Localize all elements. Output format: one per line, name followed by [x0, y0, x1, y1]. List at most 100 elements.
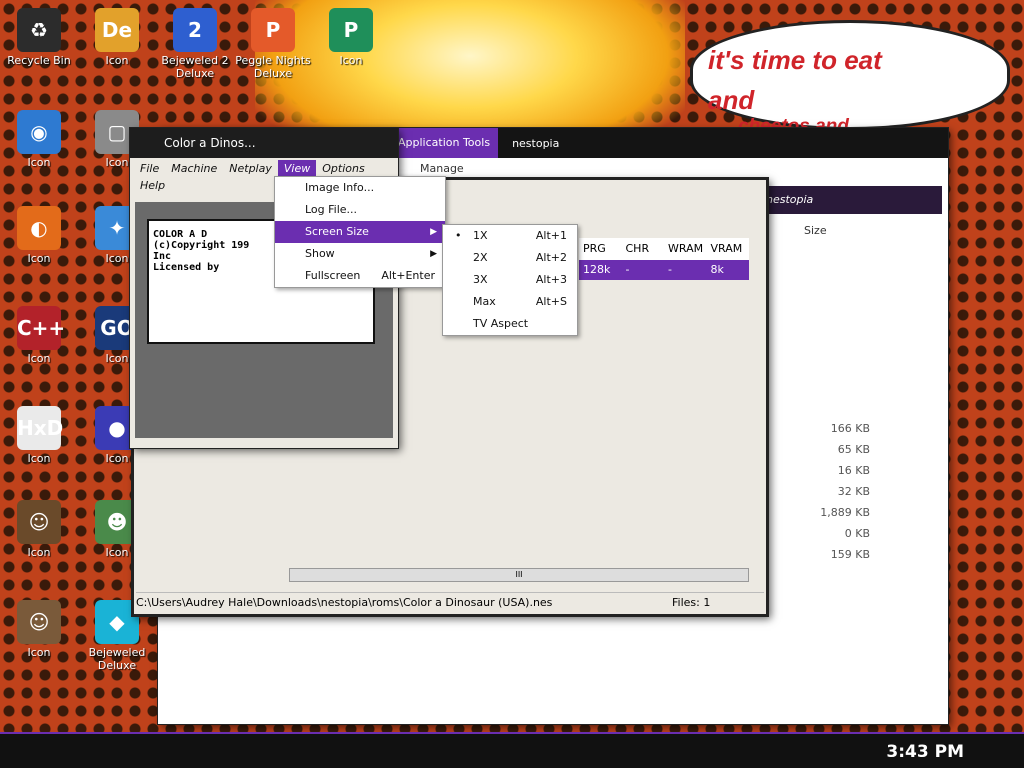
- menu-item[interactable]: 2X Alt+2: [443, 247, 577, 269]
- app-icon: C++: [17, 306, 65, 350]
- column-header[interactable]: CHR: [622, 238, 665, 260]
- menu-netplay[interactable]: Netplay: [223, 160, 278, 177]
- icon-label: Icon: [27, 352, 51, 365]
- menu-view[interactable]: View: [277, 160, 317, 177]
- screen-size-submenu[interactable]: 1X Alt+1 • 2X Alt+2 3X Alt+3 Max Alt+S TV Aspect: [442, 224, 578, 336]
- icon-label: Icon: [339, 54, 363, 67]
- menu-item[interactable]: Show ▶: [275, 243, 445, 265]
- menu-help[interactable]: Help: [134, 177, 171, 194]
- desktop-icon[interactable]: ♻ Recycle Bin: [0, 8, 78, 67]
- bubble-line-2: and: [708, 85, 755, 115]
- desktop-icon[interactable]: P Peggle Nights Deluxe: [234, 8, 312, 80]
- file-size: 0 KB: [844, 527, 870, 540]
- desktop-icon[interactable]: ◐ Icon: [0, 206, 78, 265]
- desktop-icon[interactable]: HxD Icon: [0, 406, 78, 465]
- desktop-icon[interactable]: 2 Bejeweled 2 Deluxe: [156, 8, 234, 80]
- table-cell: 8k: [710, 263, 724, 276]
- menu-item-shortcut: Alt+S: [535, 295, 567, 308]
- files-count: Files: 1: [672, 596, 711, 609]
- scrollbar-grip: III: [515, 570, 523, 579]
- menu-item-label: Max: [473, 295, 496, 308]
- menu-item-label: Show: [305, 247, 335, 260]
- radio-check-icon: •: [455, 229, 462, 242]
- menu-item-shortcut: Alt+1: [535, 229, 567, 242]
- icon-label: Bejeweled Deluxe: [88, 646, 146, 672]
- application-tools-tab[interactable]: Application Tools: [390, 128, 499, 158]
- icon-label: Icon: [105, 352, 129, 365]
- file-size: 159 KB: [830, 548, 870, 561]
- app-icon: ☺: [17, 600, 61, 644]
- icon-label: Icon: [27, 546, 51, 559]
- table-cell: 128k: [583, 263, 611, 276]
- icon-label: Peggle Nights Deluxe: [235, 54, 311, 80]
- horizontal-scrollbar[interactable]: III: [289, 568, 749, 582]
- speech-bubble-text: it's time to eat and cheetos and: [708, 40, 998, 136]
- menu-item[interactable]: 3X Alt+3: [443, 269, 577, 291]
- search-text: nestopia: [766, 193, 814, 206]
- app-icon: De: [95, 8, 139, 52]
- app-icon: ♻: [17, 8, 61, 52]
- menu-item-label: TV Aspect: [473, 317, 529, 330]
- menu-item[interactable]: TV Aspect: [443, 313, 577, 335]
- icon-label: Icon: [27, 252, 51, 265]
- search-box[interactable]: nestopia: [758, 186, 942, 214]
- menu-item[interactable]: Fullscreen Alt+Enter: [275, 265, 445, 287]
- app-icon: HxD: [17, 406, 63, 450]
- app-icon: ◉: [17, 110, 61, 154]
- menu-item[interactable]: Log File...: [275, 199, 445, 221]
- desktop-icon[interactable]: ☺ Icon: [0, 500, 78, 559]
- desktop-icon[interactable]: ☺ Icon: [0, 600, 78, 659]
- menu-machine[interactable]: Machine: [165, 160, 223, 177]
- file-size: 1,889 KB: [820, 506, 870, 519]
- icon-label: Icon: [105, 156, 129, 169]
- menu-item-label: Log File...: [305, 203, 358, 216]
- manage-tab[interactable]: Manage: [420, 162, 464, 175]
- view-menu-dropdown[interactable]: Image Info... Log File... Screen Size ▶ Show…: [274, 176, 446, 288]
- status-path: C:\Users\Audrey Hale\Downloads\nestopia\…: [136, 596, 553, 609]
- icon-label: Icon: [105, 54, 129, 67]
- icon-label: Icon: [105, 546, 129, 559]
- column-headers: PRG CHR WRAM VRAM: [579, 238, 749, 260]
- icon-label: Icon: [27, 452, 51, 465]
- file-size: 65 KB: [837, 443, 870, 456]
- menu-item-shortcut: Alt+2: [535, 251, 567, 264]
- desktop-icon[interactable]: De Icon: [78, 8, 156, 67]
- menu-item-shortcut: Alt+Enter: [381, 269, 435, 282]
- menu-item-label: Screen Size: [305, 225, 369, 238]
- explorer-title: nestopia: [512, 136, 560, 150]
- desktop-icon[interactable]: P Icon: [312, 8, 390, 67]
- size-column-header[interactable]: Size: [804, 224, 827, 237]
- menu-item-label: 2X: [473, 251, 488, 264]
- status-bar: C:\Users\Audrey Hale\Downloads\nestopia\…: [136, 592, 764, 612]
- column-header[interactable]: PRG: [579, 238, 622, 260]
- bubble-line-1: it's time to eat: [708, 45, 882, 75]
- menu-item[interactable]: Image Info...: [275, 177, 445, 199]
- menu-item-label: 1X: [473, 229, 488, 242]
- menu-item-label: Image Info...: [305, 181, 375, 194]
- app-icon: ◐: [17, 206, 61, 250]
- submenu-arrow-icon: ▶: [430, 249, 437, 259]
- icon-label: Icon: [105, 252, 129, 265]
- clock[interactable]: 3:43 PM: [886, 742, 964, 762]
- menu-item[interactable]: Max Alt+S: [443, 291, 577, 313]
- app-icon: P: [251, 8, 295, 52]
- icon-label: Bejeweled 2 Deluxe: [161, 54, 229, 80]
- column-header[interactable]: VRAM: [707, 238, 750, 260]
- file-size: 166 KB: [830, 422, 870, 435]
- nestopia-titlebar[interactable]: Color a Dinos...: [130, 128, 398, 158]
- nestopia-title: Color a Dinos...: [164, 136, 256, 150]
- menu-options[interactable]: Options: [316, 160, 370, 177]
- icon-label: Recycle Bin: [7, 54, 71, 67]
- taskbar: 3:43 PM: [0, 732, 1024, 768]
- menu-item[interactable]: 1X Alt+1 •: [443, 225, 577, 247]
- menu-item-shortcut: Alt+3: [535, 273, 567, 286]
- icon-label: Icon: [27, 156, 51, 169]
- table-cell: -: [625, 263, 630, 276]
- column-header[interactable]: WRAM: [664, 238, 707, 260]
- desktop-icon[interactable]: ◉ Icon: [0, 110, 78, 169]
- menu-file[interactable]: File: [134, 160, 165, 177]
- desktop-icon[interactable]: C++ Icon: [0, 306, 78, 365]
- icon-label: Icon: [27, 646, 51, 659]
- menu-item[interactable]: Screen Size ▶: [275, 221, 445, 243]
- table-row[interactable]: 128k - - 8k: [579, 260, 749, 280]
